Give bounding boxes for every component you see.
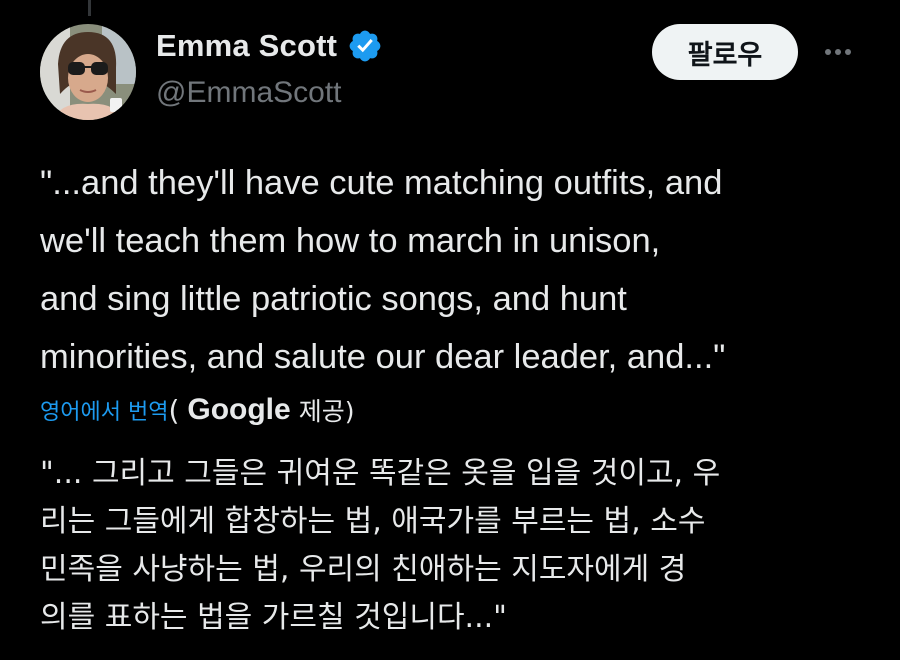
avatar-photo <box>40 24 136 120</box>
more-dot <box>845 49 851 55</box>
translated-tweet-text: "... 그리고 그들은 귀여운 똑같은 옷을 입을 것이고, 우 리는 그들에… <box>40 456 721 635</box>
open-paren: ( <box>168 393 180 427</box>
translation-attribution: 영어에서 번역 ( Google 제공) <box>40 388 354 432</box>
tweet-text: "...and they'll have cute matching outfi… <box>40 164 726 376</box>
thread-connector-line <box>88 0 91 16</box>
more-horizontal-icon[interactable] <box>818 36 858 68</box>
provided-label: 제공) <box>298 397 355 426</box>
author-name-row: Emma Scott <box>156 26 383 66</box>
display-name[interactable]: Emma Scott <box>156 28 337 64</box>
translated-from-english-link[interactable]: 영어에서 번역 <box>40 394 168 426</box>
follow-button[interactable]: 팔로우 <box>652 24 798 80</box>
more-dot <box>825 49 831 55</box>
more-dot <box>835 49 841 55</box>
verified-badge-icon[interactable] <box>347 28 383 64</box>
avatar[interactable] <box>40 24 136 120</box>
author-handle[interactable]: @EmmaScott <box>156 76 342 110</box>
google-logo: Google <box>187 393 291 426</box>
